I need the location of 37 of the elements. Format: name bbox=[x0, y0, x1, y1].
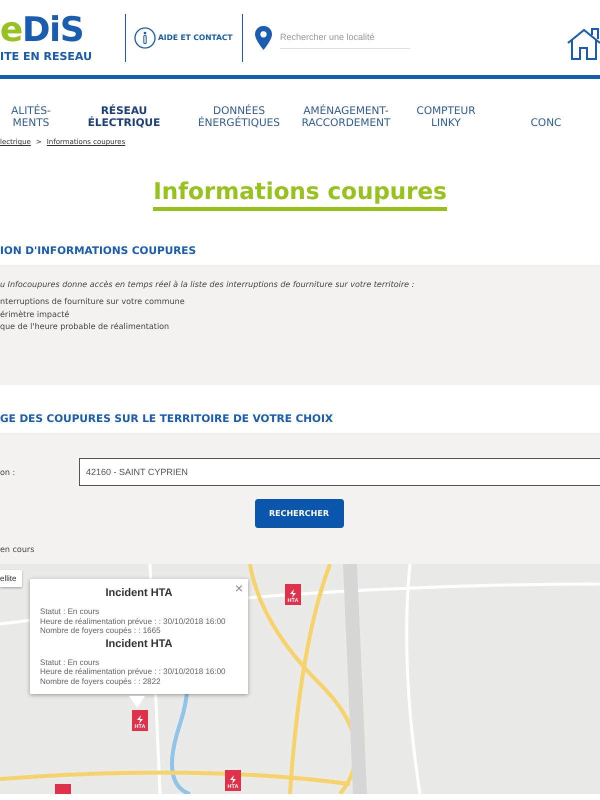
house-icon bbox=[567, 28, 600, 60]
nav-item[interactable]: COMPTEUR LINKY bbox=[400, 105, 492, 129]
popup-pointer bbox=[129, 696, 145, 708]
incident-detail: Heure de réalimentation prévue : : 30/10/2018 16:00 bbox=[40, 616, 226, 626]
list-item: que de l'heure probable de réalimentation bbox=[0, 321, 170, 333]
incident-detail: Nombre de foyers coupés : : 1665 bbox=[40, 626, 162, 636]
incident-detail: Statut : En cours bbox=[40, 658, 100, 667]
status-text: en cours bbox=[0, 545, 36, 554]
field-label: on : bbox=[0, 468, 16, 476]
incident-title: Incident HTA bbox=[104, 587, 174, 599]
intro-text: u Infocoupures donne accès en temps réel à la liste des interruptions de fourniture sur votre territoire : bbox=[0, 280, 416, 289]
lightning-icon bbox=[289, 589, 297, 598]
section-heading: ION D'INFORMATIONS COUPURES bbox=[0, 244, 198, 259]
lightning-icon bbox=[229, 775, 237, 784]
commune-field[interactable]: 42160 - SAINT CYPRIEN bbox=[79, 458, 600, 486]
incident-detail: Nombre de foyers coupés : : 2822 bbox=[40, 676, 162, 686]
nav-item[interactable]: RÉSEAU ÉLECTRIQUE bbox=[62, 105, 186, 129]
map-type-button[interactable]: ellite bbox=[0, 570, 22, 587]
list-item: nterruptions de fourniture sur votre commune bbox=[0, 296, 186, 308]
logo[interactable]: eDiS bbox=[0, 12, 84, 48]
map[interactable] bbox=[0, 564, 600, 794]
lightning-icon bbox=[136, 715, 144, 724]
page-title: Informations coupures bbox=[153, 179, 447, 211]
nav-item[interactable]: AMÉNAGEMENT- RACCORDEMENT bbox=[292, 105, 400, 129]
section-heading: GE DES COUPURES SUR LE TERRITOIRE DE VOTRE CHOIX bbox=[0, 412, 334, 427]
close-button[interactable]: × bbox=[234, 580, 243, 596]
nav-item[interactable]: DONNÉES ÉNERGÉTIQUES bbox=[186, 105, 292, 129]
incident-title: Incident HTA bbox=[104, 638, 174, 650]
nav-item[interactable]: CONC bbox=[492, 117, 600, 129]
incident-detail: Statut : En cours bbox=[40, 607, 100, 616]
nav-item[interactable]: ALITÉS- MENTS bbox=[0, 105, 62, 129]
location-pin-icon bbox=[255, 26, 272, 50]
list-item: érimètre impacté bbox=[0, 308, 70, 321]
search-button[interactable]: RECHERCHER bbox=[254, 499, 344, 528]
logo-tagline: ITE EN RESEAU bbox=[0, 50, 92, 63]
incident-detail: Heure de réalimentation prévue : : 30/10/2018 16:00 bbox=[40, 667, 226, 676]
info-icon bbox=[134, 26, 156, 48]
